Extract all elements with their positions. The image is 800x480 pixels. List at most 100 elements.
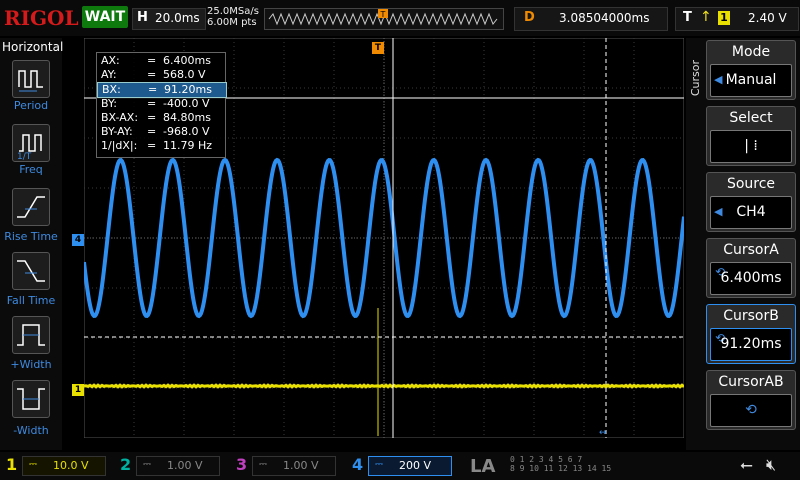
run-stop-status[interactable]: WAIT [82, 6, 128, 28]
ch1-status[interactable]: 1 ⎓ 10.0 V [0, 454, 112, 478]
ch1-scale: 10.0 V [53, 459, 89, 472]
timebase-value: 20.0ms [155, 11, 200, 25]
cursor-mode-button[interactable]: Mode ◀ Manual [706, 40, 796, 100]
cursor-b-value: 91.20ms [720, 336, 782, 352]
ch3-scale-box: ⎓ 1.00 V [252, 456, 336, 476]
cursor-b-button[interactable]: CursorB ⟲ 91.20ms [706, 304, 796, 364]
cursor-source-button[interactable]: Source ◀ CH4 [706, 172, 796, 232]
cursor-offscreen-arrow-icon: ↔ [599, 428, 607, 438]
cursor-a-value: 6.400ms [720, 270, 782, 286]
timebase-indicator[interactable]: H 20.0ms [132, 8, 206, 30]
trigger-source-badge: 1 [718, 11, 730, 25]
cursor-b-label: CursorB [723, 308, 779, 324]
dc-coupling-icon: ⎓ [143, 459, 151, 470]
ch4-status[interactable]: 4 ⎓ 200 V [346, 454, 464, 478]
ch4-ground-marker[interactable]: 4 [72, 234, 84, 246]
cursor-b-value-box: ⟲ 91.20ms [710, 328, 792, 361]
measure-negative-width-label: -Width [13, 424, 49, 437]
trigger-indicator[interactable]: T ↑ 1 2.40 V [675, 7, 799, 31]
trigger-level-value: 2.40 V [748, 11, 787, 25]
cursor-row-inv-dx: 1/|dX|: = 11.79 Hz [101, 139, 213, 152]
measure-positive-width-button[interactable] [12, 316, 50, 354]
measure-rise-time-button[interactable] [12, 188, 50, 226]
measure-category-title: Horizontal [2, 40, 64, 54]
cursor-row-ay: AY: = 568.0 V [101, 68, 206, 81]
svg-text:1/T: 1/T [17, 152, 32, 161]
cursor-select-value-box: | ⁞ [710, 130, 792, 163]
ch1-waveform [84, 383, 684, 389]
cursor-row-bx: BX: = 91.20ms [97, 82, 227, 98]
cursor-row-by: BY: = -400.0 V [101, 97, 210, 110]
ch4-number: 4 [352, 455, 364, 474]
cursor-source-value: CH4 [736, 204, 766, 220]
measure-positive-width-label: +Width [10, 358, 52, 371]
brand-logo: RIGOL [4, 6, 79, 30]
ch2-status[interactable]: 2 ⎓ 1.00 V [114, 454, 226, 478]
cursor-select-label: Select [729, 110, 773, 126]
positive-width-icon [17, 324, 45, 346]
measure-freq-label: Freq [19, 163, 43, 176]
menu-title: Cursor [689, 60, 702, 97]
ch3-status[interactable]: 3 ⎓ 1.00 V [230, 454, 342, 478]
ch1-number: 1 [6, 455, 18, 474]
measure-rise-time-label: Rise Time [4, 230, 58, 243]
fall-time-icon [17, 260, 45, 282]
delay-indicator[interactable]: D 3.08504000ms [514, 7, 668, 31]
measure-freq-button[interactable]: 1/T [12, 124, 50, 162]
acquisition-info: 25.0MSa/s 6.00M pts [207, 6, 259, 28]
cursor-mode-value-box: ◀ Manual [710, 64, 792, 97]
dc-coupling-icon: ⎓ [259, 459, 267, 470]
logic-bits-row-1: 0 1 2 3 4 5 6 7 [510, 455, 583, 464]
cursor-row-bx-ax: BX-AX: = 84.80ms [101, 111, 211, 124]
memory-overview[interactable]: T [264, 8, 504, 30]
sample-rate: 25.0MSa/s [207, 6, 259, 17]
measure-fall-time-label: Fall Time [6, 294, 56, 307]
knob-rotate-icon: ⟲ [745, 402, 757, 418]
measure-fall-time-button[interactable] [12, 252, 50, 290]
dc-coupling-icon: ⎓ [375, 459, 383, 470]
cursor-a-label: CursorA [723, 242, 779, 258]
rise-time-icon [17, 196, 45, 218]
rising-edge-icon: ↑ [700, 9, 712, 25]
trigger-marker-label: T [380, 10, 386, 19]
logic-channel-bits: 0 1 2 3 4 5 6 7 8 9 10 11 12 13 14 15 [510, 455, 611, 473]
cursor-a-value-box: ⟲ 6.400ms [710, 262, 792, 295]
usb-icon: ⭠ [740, 455, 753, 474]
measure-negative-width-button[interactable] [12, 380, 50, 418]
ch2-scale-box: ⎓ 1.00 V [136, 456, 220, 476]
dc-coupling-icon: ⎓ [29, 459, 37, 470]
speaker-mute-icon[interactable]: 🔇︎ [766, 455, 776, 475]
horizontal-key: H [137, 10, 148, 25]
cursor-ab-label: CursorAB [718, 374, 784, 390]
logic-bits-row-2: 8 9 10 11 12 13 14 15 [510, 464, 612, 473]
memory-depth: 6.00M pts [207, 17, 257, 28]
ch1-ground-marker[interactable]: 1 [72, 384, 84, 396]
cursor-source-label: Source [726, 176, 776, 192]
cursor-row-ax: AX: = 6.400ms [101, 54, 211, 67]
trigger-time-marker[interactable]: T [372, 42, 384, 54]
measure-period-label: Period [13, 99, 49, 112]
cursor-select-button[interactable]: Select | ⁞ [706, 106, 796, 166]
cursor-source-value-box: ◀ CH4 [710, 196, 792, 229]
cursor-measurement-table: AX: = 6.400ms AY: = 568.0 V BX: = 91.20ms BY: =… [96, 52, 227, 158]
cursor-mode-label: Mode [731, 44, 771, 60]
ch2-scale: 1.00 V [167, 459, 203, 472]
ch1-scale-box: ⎓ 10.0 V [22, 456, 106, 476]
ch2-number: 2 [120, 455, 132, 474]
ch3-number: 3 [236, 455, 248, 474]
measure-period-button[interactable] [12, 60, 50, 98]
negative-width-icon [17, 388, 45, 410]
ch4-scale: 200 V [399, 459, 432, 472]
cursor-ab-value-box: ⟲ [710, 394, 792, 427]
period-icon [18, 70, 43, 92]
cursor-mode-value: Manual [725, 72, 777, 88]
memory-overview-waveform: T [268, 9, 498, 26]
ch3-scale: 1.00 V [283, 459, 319, 472]
cursor-select-value: | ⁞ [744, 138, 758, 154]
logic-analyzer-button[interactable]: LA [470, 456, 495, 477]
delay-key: D [524, 10, 535, 25]
cursor-a-button[interactable]: CursorA ⟲ 6.400ms [706, 238, 796, 298]
cursor-ab-button[interactable]: CursorAB ⟲ [706, 370, 796, 430]
cursor-row-by-ay: BY-AY: = -968.0 V [101, 125, 210, 138]
delay-value: 3.08504000ms [559, 11, 650, 25]
